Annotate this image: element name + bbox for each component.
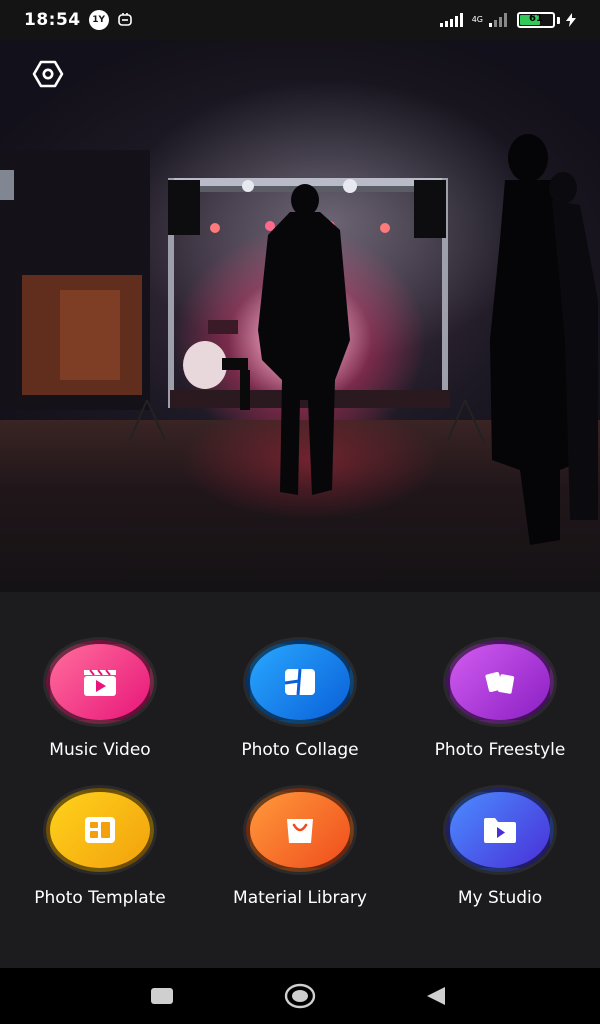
status-right: 4G 61 <box>439 12 576 28</box>
my-studio-button[interactable]: My Studio <box>400 788 600 918</box>
back-button[interactable] <box>416 980 456 1012</box>
freestyle-cards-icon <box>485 671 515 694</box>
battery-level: 61 <box>529 13 543 24</box>
material-library-label: Material Library <box>233 888 367 908</box>
hero-image <box>0 40 600 592</box>
photo-collage-label: Photo Collage <box>241 740 359 760</box>
photo-collage-icon-circle <box>246 640 354 724</box>
photo-freestyle-button[interactable]: Photo Freestyle <box>400 640 600 770</box>
photo-template-button[interactable]: Photo Template <box>0 788 200 918</box>
battery-tip <box>557 16 560 24</box>
music-video-label: Music Video <box>49 740 151 760</box>
photo-template-label: Photo Template <box>34 888 166 908</box>
home-button[interactable] <box>280 980 320 1012</box>
clapperboard-play-icon <box>84 669 116 696</box>
my-studio-label: My Studio <box>457 888 543 908</box>
material-library-icon-circle <box>246 788 354 872</box>
material-library-button[interactable]: Material Library <box>200 788 400 918</box>
settings-icon <box>32 60 64 88</box>
charging-icon <box>566 13 576 27</box>
system-nav-bar <box>0 968 600 1024</box>
back-icon <box>427 987 445 1005</box>
signal-secondary-icon <box>489 13 507 27</box>
status-bar: 18:54 1Y 4G 61 <box>0 0 600 40</box>
settings-button[interactable] <box>28 54 68 94</box>
concert-stage-illustration <box>0 134 598 545</box>
signal-icon <box>439 13 463 27</box>
folder-play-icon <box>484 818 516 843</box>
home-icon <box>284 983 316 1009</box>
template-icon <box>85 817 115 843</box>
notification-icon: 1Y <box>88 10 109 30</box>
app-notification-icon <box>117 13 132 26</box>
music-video-icon-circle <box>46 640 154 724</box>
photo-freestyle-label: Photo Freestyle <box>434 740 566 760</box>
recents-button[interactable] <box>142 980 182 1012</box>
my-studio-icon-circle <box>446 788 554 872</box>
shopping-bag-icon <box>287 819 313 843</box>
collage-icon <box>284 668 315 696</box>
status-time: 18:54 <box>24 10 81 30</box>
photo-collage-button[interactable]: Photo Collage <box>200 640 400 770</box>
feature-grid: Music Video Photo Collage Photo Freestyl… <box>0 640 600 920</box>
signal-4g-icon: 4G <box>472 16 483 24</box>
battery-icon: 61 <box>517 12 555 28</box>
recents-icon <box>151 988 173 1004</box>
photo-template-icon-circle <box>46 788 154 872</box>
music-video-button[interactable]: Music Video <box>0 640 200 770</box>
network-type: 4G <box>471 15 483 24</box>
photo-freestyle-icon-circle <box>446 640 554 724</box>
app-screen: 18:54 1Y 4G 61 Music Video Photo Collage… <box>0 0 600 1024</box>
